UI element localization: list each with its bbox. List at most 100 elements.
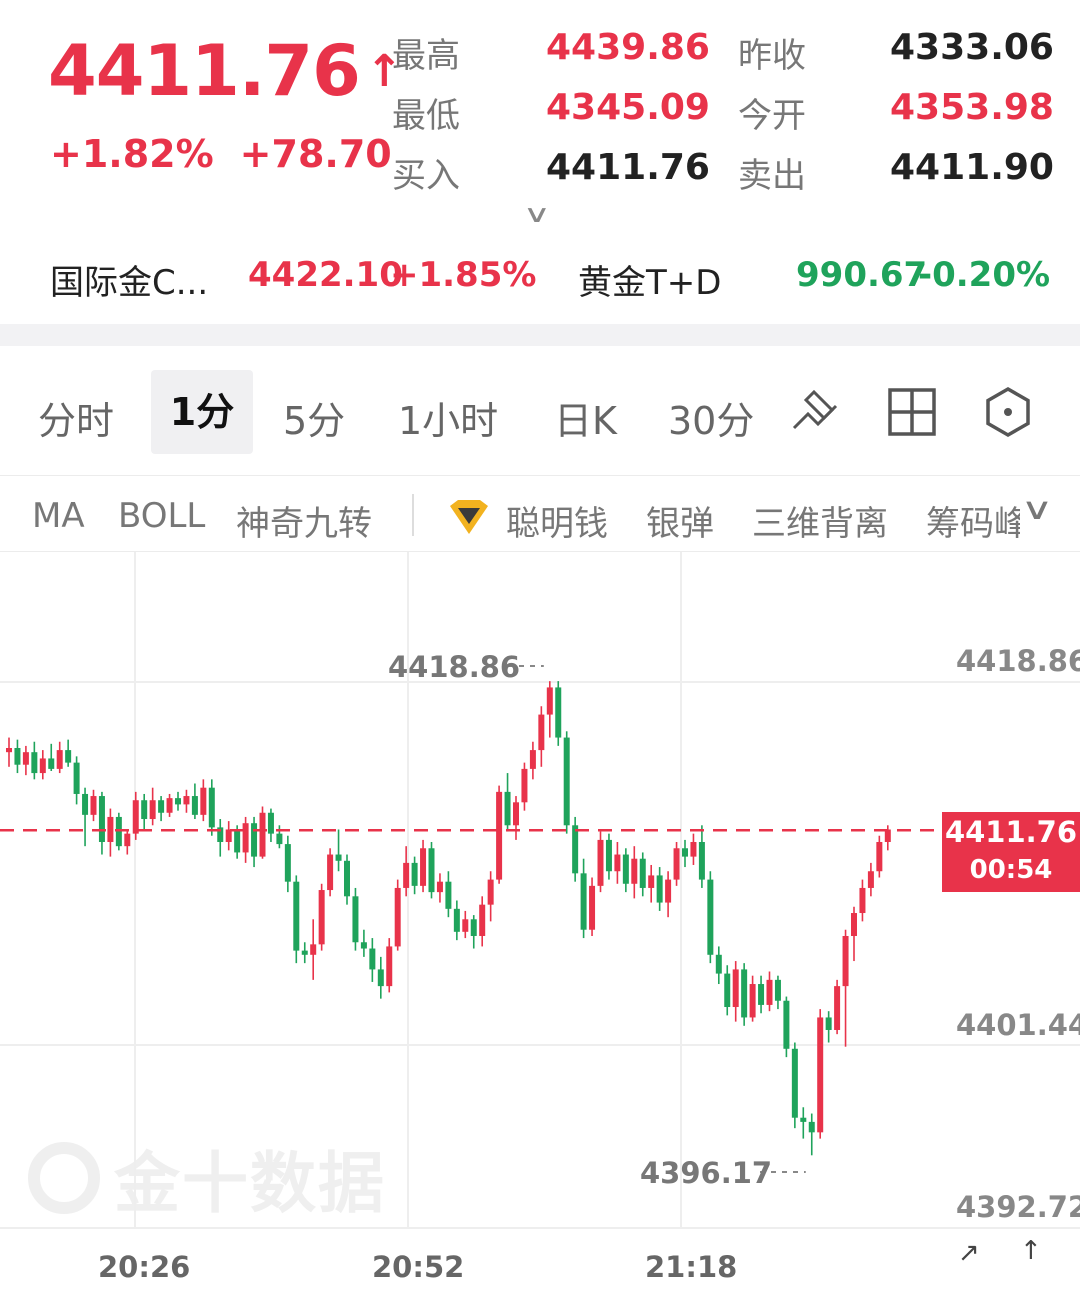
candle-body	[758, 984, 765, 1005]
candle-body	[732, 969, 739, 1008]
chevron-down-icon[interactable]: ∨	[1021, 492, 1054, 527]
candles	[6, 681, 891, 1156]
related-name-2[interactable]: 黄金T+D	[578, 255, 721, 304]
related-change-2: -0.20%	[918, 255, 1051, 295]
related-name-1[interactable]: 国际金C...	[50, 255, 208, 304]
candle-body	[39, 758, 46, 774]
candle-body	[851, 913, 857, 936]
candle-body	[301, 950, 308, 955]
candle-body	[808, 1121, 815, 1133]
candle-body	[504, 791, 511, 826]
candle-body	[766, 979, 773, 1005]
candle-body	[141, 800, 148, 820]
high-label: 最高	[392, 36, 460, 76]
y-axis-label: 4401.44	[956, 1008, 1080, 1042]
candlestick-chart[interactable]: 金十数据 4418.86 4401.44 4392.72 4418.86 439…	[0, 552, 1080, 1308]
tab-30min[interactable]: 30分	[668, 390, 754, 445]
candle-body	[132, 800, 139, 834]
expand-icon[interactable]: ↗	[958, 1238, 980, 1268]
candle-body	[487, 879, 494, 905]
candle-body	[149, 800, 156, 820]
indicator-chip-peak[interactable]: 筹码峰	[926, 496, 1020, 545]
tab-timeshare[interactable]: 分时	[38, 390, 114, 445]
candle-body	[698, 841, 705, 880]
change-percent: +1.82%	[50, 132, 214, 176]
candle-body	[555, 687, 562, 738]
related-change-1: +1.85%	[390, 255, 537, 295]
candle-body	[436, 881, 443, 893]
candle-body	[614, 854, 621, 872]
grid-icon[interactable]	[884, 384, 940, 440]
candle-body	[707, 879, 714, 955]
candle-body	[98, 796, 105, 842]
candle-body	[800, 1117, 807, 1122]
candle-body	[411, 862, 418, 886]
change-amount: +78.70	[239, 132, 392, 176]
open-label: 今开	[738, 96, 806, 136]
candle-body	[73, 762, 80, 794]
high-annotation: 4418.86	[388, 650, 521, 684]
indicator-ma[interactable]: MA	[32, 496, 85, 536]
settings-hex-icon[interactable]	[980, 384, 1036, 440]
candle-body	[741, 969, 748, 1018]
candle-body	[665, 879, 672, 903]
candle-body	[124, 833, 131, 847]
candle-body	[394, 887, 401, 947]
candle-body	[344, 860, 350, 897]
diamond-icon	[450, 500, 488, 534]
candle-body	[656, 875, 663, 903]
grid	[0, 552, 1080, 1229]
chevron-down-icon[interactable]: ∨	[523, 200, 551, 228]
candle-body	[859, 887, 866, 914]
candle-body	[327, 854, 334, 891]
candle-body	[749, 984, 756, 1018]
candle-body	[631, 858, 638, 884]
open-value: 4353.98	[890, 87, 1054, 128]
x-axis-label: 20:52	[372, 1250, 465, 1284]
candle-body	[267, 812, 274, 834]
candle-body	[259, 812, 266, 857]
candle-body	[293, 881, 300, 951]
tab-1min[interactable]: 1分	[151, 370, 253, 454]
candle-body	[496, 791, 503, 880]
indicator-divergence[interactable]: 三维背离	[752, 496, 888, 545]
bid-label: 买入	[392, 156, 460, 196]
candle-body	[377, 969, 384, 987]
candle-body	[622, 854, 629, 884]
candle-body	[335, 854, 342, 861]
draw-icon[interactable]	[788, 384, 844, 440]
candle-body	[276, 833, 283, 845]
indicator-td9[interactable]: 神奇九转	[236, 496, 372, 545]
x-axis-label: 20:26	[98, 1250, 191, 1284]
tab-daily[interactable]: 日K	[554, 390, 617, 445]
indicator-silver-bullet[interactable]: 银弹	[646, 496, 714, 545]
candle-body	[175, 798, 181, 805]
candle-body	[56, 750, 63, 769]
candle-body	[538, 714, 545, 751]
scroll-to-latest-icon[interactable]: ↑	[1020, 1236, 1042, 1266]
indicator-smart-money[interactable]: 聪明钱	[506, 496, 608, 545]
candle-body	[14, 748, 21, 765]
indicator-separator	[412, 494, 414, 536]
y-axis-label: 4392.72	[956, 1190, 1080, 1224]
candle-body	[65, 750, 72, 763]
candle-body	[774, 979, 781, 1001]
candle-body	[876, 841, 883, 872]
x-axis-label: 21:18	[645, 1250, 738, 1284]
candle-body	[158, 800, 165, 813]
indicator-boll[interactable]: BOLL	[118, 496, 205, 536]
candle-body	[453, 908, 460, 932]
low-annotation: 4396.17	[640, 1156, 773, 1190]
related-quotes: 国际金C... 4422.10 +1.85% 黄金T+D 990.67 -0.2…	[0, 245, 1080, 315]
candle-body	[6, 748, 12, 753]
candle-body	[462, 919, 469, 932]
ask-label: 卖出	[738, 156, 806, 196]
low-label: 最低	[392, 96, 460, 136]
tab-5min[interactable]: 5分	[283, 390, 345, 445]
candle-body	[369, 948, 376, 970]
candle-body	[166, 798, 173, 813]
candle-body	[563, 737, 570, 826]
candle-body	[470, 919, 477, 936]
candle-body	[200, 787, 207, 815]
tab-1hour[interactable]: 1小时	[398, 390, 498, 445]
